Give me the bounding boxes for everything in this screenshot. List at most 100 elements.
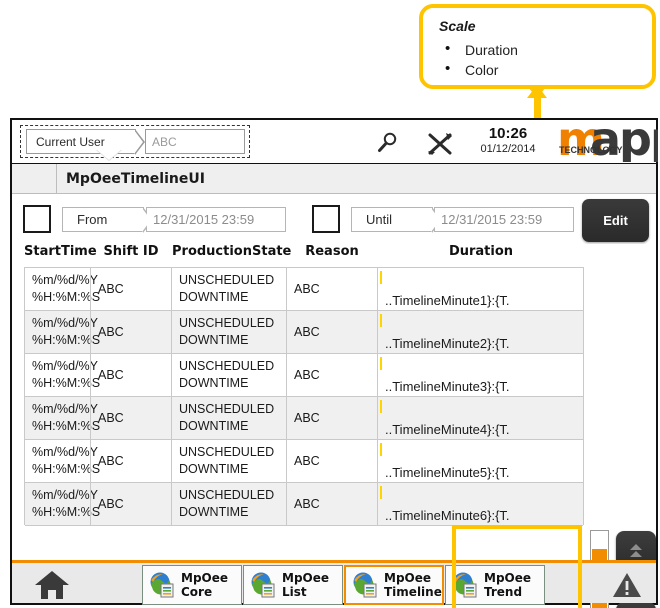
mpoee-globe-icon [353, 572, 377, 598]
starttime-date: %m/%d/%Y [32, 316, 98, 330]
tab-label: MpOee Trend [484, 571, 531, 599]
table-row[interactable]: %m/%d/%Y %H:%M:%S ABC UNSCHEDULED DOWNTIME AB… [25, 397, 583, 440]
tab-label-line1: MpOee [384, 571, 432, 585]
duration-bar-tick [380, 314, 382, 327]
state-line1: UNSCHEDULED [179, 359, 275, 373]
starttime-date: %m/%d/%Y [32, 359, 98, 373]
clock-date: 01/12/2014 [480, 143, 536, 155]
table-row[interactable]: %m/%d/%Y %H:%M:%S ABC UNSCHEDULED DOWNTIME AB… [25, 311, 583, 354]
state-line1: UNSCHEDULED [179, 445, 275, 459]
tab-label-line2: List [282, 585, 307, 599]
cell-starttime: %m/%d/%Y %H:%M:%S [25, 397, 100, 439]
duration-bar-tick [380, 443, 382, 456]
cell-productionstate: UNSCHEDULED DOWNTIME [172, 440, 286, 482]
mpoee-globe-icon [453, 572, 477, 598]
cell-shiftid: ABC [98, 454, 124, 468]
state-line1: UNSCHEDULED [179, 402, 275, 416]
cell-reason: ABC [294, 282, 320, 296]
clock-time: 10:26 [488, 125, 528, 142]
screenshot-root: Scale Duration Color Current User ABC [0, 0, 660, 608]
double-up-arrow-icon [630, 544, 642, 557]
current-user-value[interactable]: ABC [145, 129, 245, 154]
duration-text: ..TimelineMinute4}:{T. [385, 422, 510, 437]
cell-starttime: %m/%d/%Y %H:%M:%S [25, 440, 100, 482]
timeline-table: StartTime Shift ID ProductionState Reaso… [12, 244, 656, 608]
tab-core[interactable]: MpOee Core [142, 565, 242, 605]
until-checkbox[interactable] [312, 205, 340, 233]
tab-label-line1: MpOee [484, 571, 532, 585]
callout-item: Duration [441, 39, 518, 60]
tab-label-line1: MpOee [282, 571, 330, 585]
tab-list[interactable]: MpOee List [243, 565, 343, 605]
duration-text: ..TimelineMinute5}:{T. [385, 465, 510, 480]
cell-reason: ABC [294, 368, 320, 382]
cell-starttime: %m/%d/%Y %H:%M:%S [25, 354, 100, 396]
duration-bar-tick [380, 271, 382, 284]
search-icon[interactable] [376, 131, 400, 155]
mpoee-globe-icon [251, 572, 275, 598]
edit-button[interactable]: Edit [582, 199, 649, 242]
tab-label-line2: Trend [484, 585, 523, 599]
cell-shiftid: ABC [98, 282, 124, 296]
cell-starttime: %m/%d/%Y %H:%M:%S [25, 311, 100, 353]
table-row[interactable]: %m/%d/%Y %H:%M:%S ABC UNSCHEDULED DOWNTIME AB… [25, 268, 583, 311]
cell-productionstate: UNSCHEDULED DOWNTIME [172, 354, 286, 396]
state-line2: DOWNTIME [179, 290, 249, 304]
tab-label: MpOee Core [181, 571, 228, 599]
cell-reason: ABC [294, 454, 320, 468]
logo-app-text: app [590, 120, 658, 162]
duration-text: ..TimelineMinute6}:{T. [385, 508, 510, 523]
cell-starttime: %m/%d/%Y %H:%M:%S [25, 483, 100, 525]
tools-icon[interactable] [426, 131, 454, 157]
filter-bar: From 12/31/2015 23:59 Until 12/31/2015 2… [12, 194, 656, 244]
warning-icon[interactable] [612, 571, 642, 599]
duration-bar-tick [380, 486, 382, 499]
table-body: %m/%d/%Y %H:%M:%S ABC UNSCHEDULED DOWNTIME AB… [24, 267, 584, 526]
starttime-date: %m/%d/%Y [32, 273, 98, 287]
starttime-date: %m/%d/%Y [32, 402, 98, 416]
cell-duration: ..TimelineMinute6}:{T. [378, 483, 584, 525]
tab-trend[interactable]: MpOee Trend [445, 565, 545, 605]
table-row[interactable]: %m/%d/%Y %H:%M:%S ABC UNSCHEDULED DOWNTIME AB… [25, 354, 583, 397]
cell-productionstate: UNSCHEDULED DOWNTIME [172, 483, 286, 525]
tab-label-line2: Core [181, 585, 213, 599]
tab-timeline[interactable]: MpOee Timeline [344, 565, 444, 605]
cell-productionstate: UNSCHEDULED DOWNTIME [172, 268, 286, 310]
column-header-shiftid: Shift ID [103, 244, 159, 259]
until-label: Until [351, 207, 442, 233]
tab-label-line1: MpOee [181, 571, 229, 585]
column-header-starttime: StartTime [24, 244, 97, 259]
cell-duration: ..TimelineMinute4}:{T. [378, 397, 584, 439]
home-icon[interactable] [34, 569, 70, 601]
cell-reason: ABC [294, 497, 320, 511]
title-divider [56, 164, 57, 194]
state-line2: DOWNTIME [179, 419, 249, 433]
duration-text: ..TimelineMinute3}:{T. [385, 379, 510, 394]
table-row[interactable]: %m/%d/%Y %H:%M:%S ABC UNSCHEDULED DOWNTIME AB… [25, 483, 583, 526]
state-line2: DOWNTIME [179, 462, 249, 476]
cell-reason: ABC [294, 411, 320, 425]
cell-duration: ..TimelineMinute2}:{T. [378, 311, 584, 353]
cell-shiftid: ABC [98, 497, 124, 511]
callout-title: Scale [439, 18, 476, 34]
tab-label-line2: Timeline [384, 585, 442, 599]
title-notch-fill [97, 150, 121, 160]
callout-list: Duration Color [441, 39, 518, 80]
cell-productionstate: UNSCHEDULED DOWNTIME [172, 311, 286, 353]
cell-duration: ..TimelineMinute1}:{T. [378, 268, 584, 310]
column-header-productionstate: ProductionState [172, 244, 292, 259]
starttime-date: %m/%d/%Y [32, 488, 98, 502]
column-header-reason: Reason [305, 244, 359, 259]
state-line2: DOWNTIME [179, 376, 249, 390]
page-title: MpOeeTimelineUI [66, 171, 205, 187]
table-row[interactable]: %m/%d/%Y %H:%M:%S ABC UNSCHEDULED DOWNTIME AB… [25, 440, 583, 483]
cell-duration: ..TimelineMinute5}:{T. [378, 440, 584, 482]
bottom-navigation-bar: MpOee Core MpOee List MpOee Timeline MpOee Tren… [12, 560, 656, 605]
state-line1: UNSCHEDULED [179, 488, 275, 502]
from-checkbox[interactable] [23, 205, 51, 233]
tab-label: MpOee Timeline [384, 571, 442, 599]
from-datetime-input[interactable]: 12/31/2015 23:59 [146, 207, 286, 232]
hmi-device-frame: Current User ABC 10:26 01/12/2014 m app … [10, 118, 658, 608]
until-datetime-input[interactable]: 12/31/2015 23:59 [434, 207, 574, 232]
cell-duration: ..TimelineMinute3}:{T. [378, 354, 584, 396]
